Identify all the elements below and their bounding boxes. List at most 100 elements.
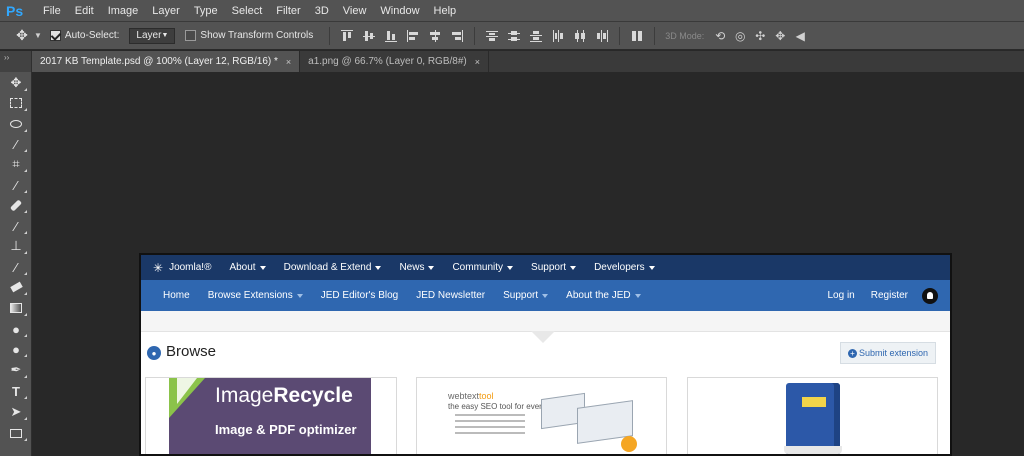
brush-tool-icon[interactable]: ∕ [4, 216, 28, 236]
gradient-tool-icon[interactable] [4, 298, 28, 318]
document-image[interactable]: ✳ Joomla!® About Download & Extend News … [139, 253, 952, 456]
auto-align-layers-icon[interactable] [626, 26, 648, 46]
clone-stamp-tool-icon[interactable]: ⊥ [4, 236, 28, 256]
menu-help[interactable]: Help [427, 0, 464, 22]
crop-tool-icon[interactable]: ⌗ [4, 154, 28, 174]
distribute-left-edges-icon[interactable] [547, 26, 569, 46]
tab-a1-png[interactable]: a1.png @ 66.7% (Layer 0, RGB/8#) × [300, 51, 489, 72]
type-tool-icon[interactable]: T [4, 381, 28, 401]
menu-edit[interactable]: Edit [68, 0, 101, 22]
align-top-edges-icon[interactable] [336, 26, 358, 46]
distribute-right-edges-icon[interactable] [591, 26, 613, 46]
distribute-bottom-edges-icon[interactable] [525, 26, 547, 46]
auto-select-dropdown[interactable]: Layer ▼ [129, 27, 176, 44]
align-vertical-centers-icon[interactable] [358, 26, 380, 46]
page-title: Browse [166, 343, 217, 360]
imagerecycle-title-b: Recycle [273, 384, 353, 407]
nav-support[interactable]: Support [522, 262, 585, 273]
pan-3d-camera-icon[interactable]: ✣ [750, 26, 770, 46]
move-tool-preset-icon[interactable]: ✥ [10, 26, 34, 46]
align-right-edges-icon[interactable] [446, 26, 468, 46]
extension-card-imagerecycle[interactable]: ImageRecycle Image & PDF optimizer [145, 377, 397, 454]
marquee-tool-icon[interactable] [4, 93, 28, 113]
extension-card-webtexttool[interactable]: webtexttool the easy SEO tool for everyo… [416, 377, 667, 454]
nav-developers[interactable]: Developers [585, 262, 664, 273]
jed-nav-newsletter[interactable]: JED Newsletter [407, 290, 494, 301]
zoom-3d-camera-icon[interactable]: ◀ [790, 26, 810, 46]
nav-label: About [229, 262, 256, 273]
imagerecycle-title-a: Image [215, 384, 274, 407]
pen-tool-icon[interactable]: ✒ [4, 360, 28, 380]
show-transform-controls-checkbox[interactable] [185, 30, 197, 41]
lasso-tool-icon[interactable] [4, 114, 28, 134]
jed-nav-home[interactable]: Home [154, 290, 199, 301]
distribute-vertical-centers-icon[interactable] [503, 26, 525, 46]
auto-select-checkbox[interactable] [49, 30, 61, 41]
nav-download-extend[interactable]: Download & Extend [275, 262, 391, 273]
imagerecycle-logo-icon [177, 378, 197, 404]
tab-label: 2017 KB Template.psd @ 100% (Layer 12, R… [40, 56, 278, 67]
menu-select[interactable]: Select [225, 0, 270, 22]
photoshop-logo: Ps [6, 2, 24, 19]
divider [474, 26, 476, 45]
jed-nav-editors-blog[interactable]: JED Editor's Blog [312, 290, 408, 301]
extension-card-book[interactable] [687, 377, 938, 454]
plus-icon: + [847, 348, 857, 358]
path-selection-tool-icon[interactable]: ➤ [4, 402, 28, 422]
eyedropper-tool-icon[interactable]: ⁄ [4, 175, 28, 195]
imagerecycle-banner: ImageRecycle Image & PDF optimizer [169, 378, 371, 454]
align-left-edges-icon[interactable] [402, 26, 424, 46]
register-link[interactable]: Register [863, 290, 916, 301]
3d-mode-label: 3D Mode: [665, 30, 705, 41]
auto-select-label: Auto-Select: [64, 30, 120, 41]
close-icon[interactable]: × [286, 57, 291, 67]
move-tool-icon[interactable]: ✥ [4, 73, 28, 93]
jed-nav-about[interactable]: About the JED [557, 290, 649, 301]
nav-about[interactable]: About [220, 262, 274, 273]
menu-filter[interactable]: Filter [269, 0, 307, 22]
chevron-down-icon[interactable]: ▼ [34, 31, 42, 40]
user-icon[interactable] [922, 287, 938, 304]
divider [654, 26, 656, 45]
menu-window[interactable]: Window [373, 0, 426, 22]
eraser-tool-icon[interactable] [4, 277, 28, 297]
history-brush-tool-icon[interactable]: ∕ [4, 257, 28, 277]
nav-label: Support [503, 290, 539, 301]
photoshop-window: Ps File Edit Image Layer Type Select Fil… [0, 0, 1024, 456]
menu-image[interactable]: Image [101, 0, 146, 22]
submit-extension-button[interactable]: + Submit extension [840, 342, 936, 364]
menu-3d[interactable]: 3D [308, 0, 336, 22]
roll-3d-camera-icon[interactable]: ◎ [730, 26, 750, 46]
magic-wand-tool-icon[interactable]: ⁄ [4, 134, 28, 154]
slide-3d-camera-icon[interactable]: ✥ [770, 26, 790, 46]
align-horizontal-centers-icon[interactable] [424, 26, 446, 46]
feature-line [455, 414, 525, 416]
distribute-horizontal-centers-icon[interactable] [569, 26, 591, 46]
menu-file[interactable]: File [36, 0, 68, 22]
menu-type[interactable]: Type [187, 0, 225, 22]
tools-panel-header[interactable]: ›› [0, 51, 31, 72]
distribute-top-edges-icon[interactable] [481, 26, 503, 46]
jed-nav-support[interactable]: Support [494, 290, 557, 301]
menu-layer[interactable]: Layer [145, 0, 187, 22]
options-bar: ✥ ▼ Auto-Select: Layer ▼ Show Transform C… [0, 22, 1024, 50]
rectangle-tool-icon[interactable] [4, 423, 28, 443]
tab-2017-kb-template[interactable]: 2017 KB Template.psd @ 100% (Layer 12, R… [32, 51, 301, 72]
joomla-logo-icon[interactable]: ✳ [153, 261, 163, 275]
orbit-3d-camera-icon[interactable]: ⟲ [710, 26, 730, 46]
align-bottom-edges-icon[interactable] [380, 26, 402, 46]
healing-brush-tool-icon[interactable] [4, 195, 28, 215]
jed-nav-browse-extensions[interactable]: Browse Extensions [199, 290, 312, 301]
nav-news[interactable]: News [390, 262, 443, 273]
chevron-down-icon: ▼ [161, 32, 169, 39]
auto-select-value: Layer [136, 30, 162, 41]
subheader-strip [141, 311, 950, 343]
feature-line [455, 426, 525, 428]
blur-tool-icon[interactable]: ● [4, 319, 28, 339]
close-icon[interactable]: × [475, 57, 480, 67]
joomla-logo-text[interactable]: Joomla!® [167, 262, 220, 273]
menu-view[interactable]: View [336, 0, 374, 22]
dodge-tool-icon[interactable]: ● [4, 339, 28, 359]
nav-community[interactable]: Community [443, 262, 522, 273]
login-link[interactable]: Log in [820, 290, 863, 301]
